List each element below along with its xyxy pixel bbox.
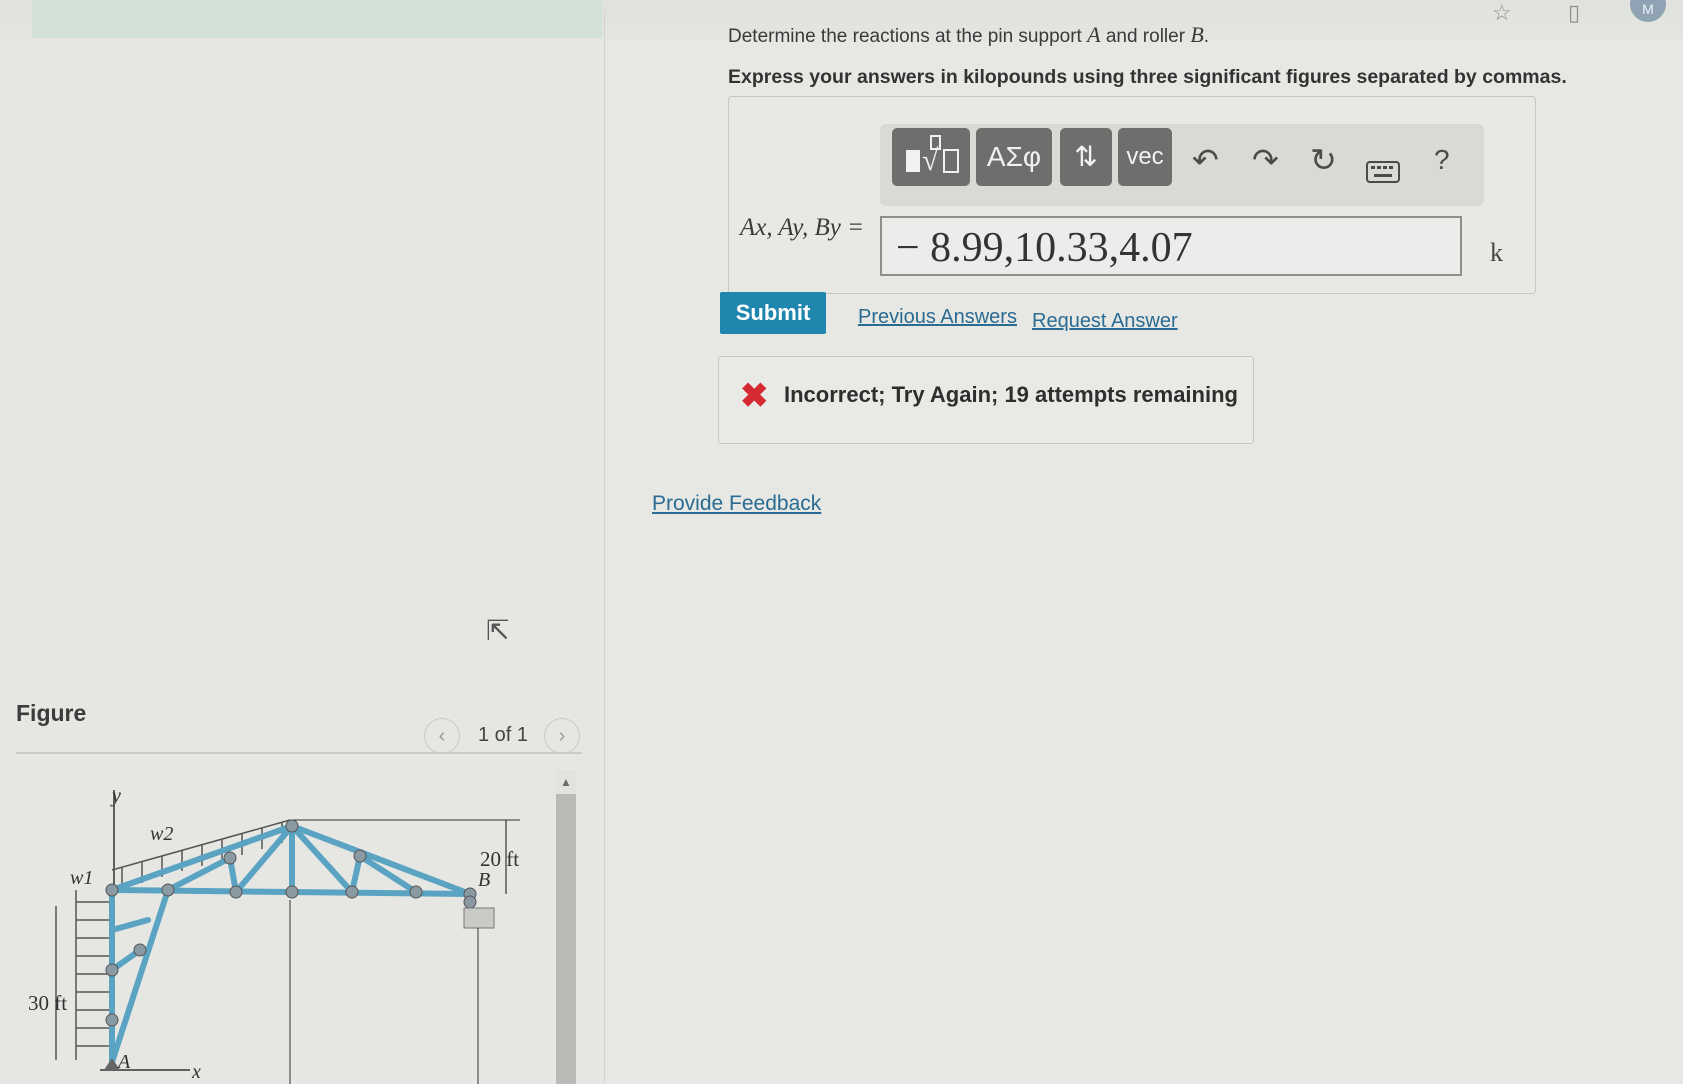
figure-scrollbar[interactable] [556,770,576,1084]
y-axis-label: y [110,785,121,807]
load-w1-label: w1 [70,867,93,889]
roller-base [463,907,495,929]
reset-icon[interactable]: ↻ [1310,140,1337,180]
load-w1-arrows [75,890,110,1060]
dim-30ft-label: 30 ft [28,991,67,1015]
arrows-button[interactable]: ⇅ [1060,128,1112,186]
incorrect-x-icon: ✖ [740,377,769,415]
next-figure-button[interactable]: › [544,718,580,754]
figure-pager: 1 of 1 [478,724,529,746]
submit-button[interactable]: Submit [720,292,826,334]
feedback-message: Incorrect; Try Again; 19 attempts remain… [784,382,1238,407]
panel-divider [604,10,605,1084]
avatar[interactable]: M [1630,0,1666,22]
previous-answers-link[interactable]: Previous Answers [858,306,1017,329]
point-b-label: B [478,869,490,891]
undo-icon[interactable]: ↶ [1192,140,1219,180]
load-w2-label: w2 [150,823,173,845]
var-a: A [1087,22,1101,47]
scroll-up-icon[interactable]: ▲ [556,770,576,794]
answer-input[interactable]: − 8.99,10.33,4.07 [880,216,1462,276]
var-b: B [1190,22,1204,47]
mouse-cursor-icon: ⇱ [486,615,510,646]
roller-b [463,895,477,909]
question-text: Determine the reactions at the pin suppo… [728,22,1209,48]
previous-figure-button[interactable]: ‹ [424,718,460,754]
truss-members [109,823,473,1065]
vec-button[interactable]: vec [1118,128,1172,186]
keyboard-icon[interactable] [1366,152,1400,192]
question-prefix: Determine the reactions at the pin suppo… [728,26,1088,47]
help-button[interactable]: ? [1434,140,1450,180]
top-accent-strip [32,0,602,38]
panel-icon[interactable]: ▯ [1568,0,1580,26]
answer-label: Ax, Ay, By = [740,214,865,241]
question-middle: and roller [1100,26,1191,47]
template-sqrt-icon[interactable]: √ [892,128,970,186]
redo-icon[interactable]: ↷ [1252,140,1279,180]
figure-heading: Figure [16,700,87,726]
request-answer-link[interactable]: Request Answer [1032,310,1178,333]
dim-20ft-label: 20 ft [480,847,519,871]
greek-symbols-button[interactable]: ΑΣφ [976,128,1052,186]
x-axis-label: x [191,1061,201,1083]
answer-unit: k [1490,238,1503,267]
star-icon[interactable]: ☆ [1492,0,1512,26]
provide-feedback-link[interactable]: Provide Feedback [652,492,821,516]
instruction-text: Express your answers in kilopounds using… [728,66,1567,88]
point-a-label: A [116,1051,131,1073]
figure-separator [16,752,582,754]
truss-figure: y x w2 w1 30 ft 20 ft A B [28,785,520,1084]
question-suffix: . [1203,26,1210,47]
